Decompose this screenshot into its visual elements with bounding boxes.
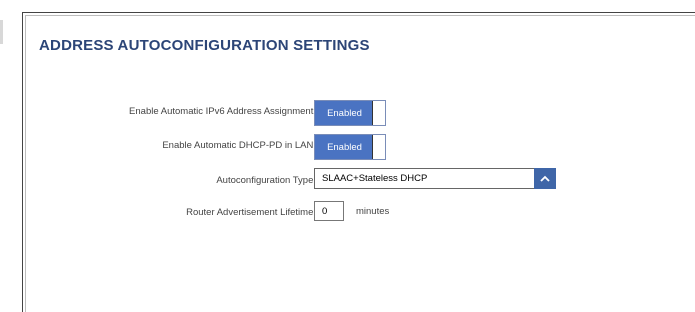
autoconfig-type-value: SLAAC+Stateless DHCP [322,173,428,184]
autoconfig-type-select[interactable]: SLAAC+Stateless DHCP [314,168,556,189]
settings-panel: ADDRESS AUTOCONFIGURATION SETTINGS Enabl… [22,12,695,312]
ipv6-assignment-row: Enable Automatic IPv6 Address Assignment… [26,101,316,125]
ipv6-assignment-toggle[interactable]: Enabled [314,100,386,126]
autoconfig-type-row: Autoconfiguration Type: [26,170,316,194]
ra-lifetime-row: Router Advertisement Lifetime: [26,202,316,226]
dhcp-pd-toggle-state: Enabled [315,135,374,159]
left-edge-marker [0,20,3,44]
select-toggle-button[interactable] [534,168,556,189]
settings-panel-inner: ADDRESS AUTOCONFIGURATION SETTINGS Enabl… [25,15,695,312]
toggle-knob [372,101,385,125]
ra-lifetime-label: Router Advertisement Lifetime: [186,207,316,218]
ipv6-assignment-label: Enable Automatic IPv6 Address Assignment… [129,106,316,117]
autoconfig-type-label: Autoconfiguration Type: [216,175,316,186]
ipv6-assignment-toggle-state: Enabled [315,101,374,125]
section-title: ADDRESS AUTOCONFIGURATION SETTINGS [39,37,370,54]
toggle-knob [372,135,385,159]
ra-lifetime-value: 0 [322,206,328,217]
dhcp-pd-row: Enable Automatic DHCP-PD in LAN: [26,135,316,159]
chevron-up-icon [540,175,550,182]
dhcp-pd-toggle[interactable]: Enabled [314,134,386,160]
ra-lifetime-input[interactable]: 0 [314,201,344,221]
dhcp-pd-label: Enable Automatic DHCP-PD in LAN: [162,140,316,151]
ra-lifetime-unit: minutes [356,206,390,217]
